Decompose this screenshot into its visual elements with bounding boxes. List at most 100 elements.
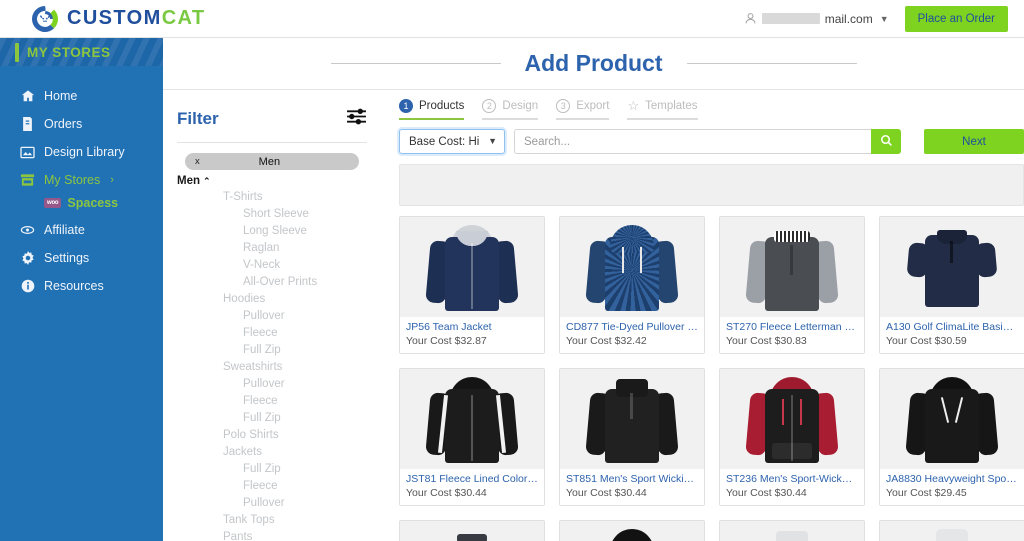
place-order-button[interactable]: Place an Order [904, 5, 1008, 32]
tab-products[interactable]: 1 Products [399, 98, 465, 120]
product-cost: Your Cost $30.44 [726, 487, 807, 499]
sidebar-item-affiliate[interactable]: Affiliate [0, 216, 163, 244]
product-card[interactable]: CD877 Tie-Dyed Pullover H... Your Cost $3… [559, 216, 705, 354]
header-rule-right [686, 63, 857, 64]
product-image [720, 217, 864, 317]
filter-tree-item[interactable]: Jackets [177, 443, 367, 460]
filter-tree-item[interactable]: Fleece [177, 392, 367, 409]
product-card[interactable] [399, 520, 545, 541]
filter-tree-item[interactable]: Fleece [177, 477, 367, 494]
product-card[interactable]: A130 Golf ClimaLite Basic Pe... Your Cost… [879, 216, 1024, 354]
sidebar-substore-label: Spacess [67, 196, 119, 210]
info-icon [20, 279, 35, 293]
filter-tree-item[interactable]: All-Over Prints [177, 273, 367, 290]
product-cost: Your Cost $32.42 [566, 335, 647, 347]
product-title[interactable]: ST851 Men's Sport Wicking ... [566, 473, 698, 485]
step-tabs: 1 Products 2 Design 3 Export ☆ Templates [399, 98, 1024, 120]
product-title[interactable]: JST81 Fleece Lined Colorblo... [406, 473, 538, 485]
sidebar-item-orders[interactable]: Orders [0, 110, 163, 138]
product-title[interactable]: JP56 Team Jacket [406, 321, 538, 333]
top-bar: CUSTOMCAT mail.com ▼ Place an Order [0, 0, 1024, 38]
user-menu[interactable]: mail.com ▼ [744, 12, 889, 26]
filter-tree-item[interactable]: Raglan [177, 239, 367, 256]
product-card[interactable]: JST81 Fleece Lined Colorblo... Your Cost … [399, 368, 545, 506]
product-image [400, 369, 544, 469]
product-title[interactable]: ST236 Men's Sport-Wick® F... [726, 473, 858, 485]
sort-select[interactable]: Base Cost: HiBase Cost: Lo [399, 129, 505, 154]
filter-title: Filter [177, 109, 219, 128]
filter-chip-men[interactable]: x Men [185, 153, 359, 170]
product-meta: JP56 Team Jacket Your Cost $32.87 [400, 317, 544, 353]
filter-tree-item[interactable]: Hoodies [177, 290, 367, 307]
tab-design[interactable]: 2 Design [482, 98, 539, 120]
filter-tree-item[interactable]: Fleece [177, 324, 367, 341]
orders-icon [20, 117, 35, 131]
product-card[interactable]: ST270 Fleece Letterman Jac... Your Cost $… [719, 216, 865, 354]
product-card[interactable]: JP56 Team Jacket Your Cost $32.87 [399, 216, 545, 354]
search-button[interactable] [871, 129, 901, 154]
app-root: CUSTOMCAT mail.com ▼ Place an Order MY S… [0, 0, 1024, 541]
filter-divider [177, 142, 367, 143]
product-card[interactable] [559, 520, 705, 541]
brand-logo[interactable]: CUSTOMCAT [30, 4, 206, 34]
filter-tree-item[interactable]: Pullover [177, 375, 367, 392]
filter-tree-root-men[interactable]: Men ⌃ [177, 175, 367, 187]
tab-export[interactable]: 3 Export [556, 98, 610, 120]
tab-label: Templates [645, 100, 698, 112]
product-cost: Your Cost $29.45 [886, 487, 967, 499]
product-card[interactable] [719, 520, 865, 541]
product-card[interactable]: JA8830 Heavyweight Sport L... Your Cost $… [879, 368, 1024, 506]
product-title[interactable]: ST270 Fleece Letterman Jac... [726, 321, 858, 333]
next-button[interactable]: Next [924, 129, 1024, 154]
banner-accent-bar [15, 42, 19, 62]
filter-tree-item[interactable]: Tank Tops [177, 511, 367, 528]
user-email-suffix: mail.com [824, 11, 873, 26]
tab-label: Design [502, 100, 539, 112]
brand-name-part2: CAT [161, 7, 206, 29]
sidebar-nav: Home Orders Design Library My Stores › w… [0, 68, 163, 300]
sidebar-item-home[interactable]: Home [0, 82, 163, 110]
product-grid: JP56 Team Jacket Your Cost $32.87 CD877 Ti… [399, 216, 1024, 541]
filter-panel: Filter x Men Men ⌃ T-Shirts Short Sleeve… [163, 90, 381, 541]
sidebar-substore-spacess[interactable]: woo Spacess [0, 194, 163, 216]
sidebar-item-my-stores[interactable]: My Stores › [0, 166, 163, 194]
filter-tree-item[interactable]: Full Zip [177, 409, 367, 426]
product-card[interactable] [879, 520, 1024, 541]
product-image [560, 521, 704, 541]
product-title[interactable]: JA8830 Heavyweight Sport L... [886, 473, 1018, 485]
product-garment-image [744, 525, 840, 541]
filter-tree-item[interactable]: Full Zip [177, 341, 367, 358]
filter-tree-item[interactable]: Sweatshirts [177, 358, 367, 375]
chevron-right-icon: › [110, 174, 114, 186]
product-card[interactable]: ST236 Men's Sport-Wick® F... Your Cost $3… [719, 368, 865, 506]
product-meta: JST81 Fleece Lined Colorblo... Your Cost … [400, 469, 544, 505]
product-cost: Your Cost $30.83 [726, 335, 807, 347]
store-icon [20, 173, 35, 187]
chip-label: Men [258, 155, 281, 168]
filter-tree-item[interactable]: V-Neck [177, 256, 367, 273]
sliders-icon[interactable] [346, 108, 367, 130]
tab-templates[interactable]: ☆ Templates [627, 98, 698, 120]
search-icon [880, 134, 893, 150]
search-input[interactable] [514, 129, 871, 154]
filter-tree-item[interactable]: Full Zip [177, 460, 367, 477]
chevron-down-icon[interactable]: ▼ [880, 14, 889, 24]
content: Filter x Men Men ⌃ T-Shirts Short Sleeve… [163, 90, 1024, 541]
product-title[interactable]: CD877 Tie-Dyed Pullover H... [566, 321, 698, 333]
filter-tree-item[interactable]: Short Sleeve [177, 205, 367, 222]
filter-tree-item[interactable]: Pullover [177, 307, 367, 324]
sidebar-item-settings[interactable]: Settings [0, 244, 163, 272]
filter-tree-item[interactable]: Long Sleeve [177, 222, 367, 239]
sidebar-item-resources[interactable]: Resources [0, 272, 163, 300]
sidebar-item-design-library[interactable]: Design Library [0, 138, 163, 166]
product-image [560, 217, 704, 317]
sidebar-item-label-affiliate: Affiliate [44, 223, 85, 237]
filter-tree-item[interactable]: Pants [177, 528, 367, 541]
product-title[interactable]: A130 Golf ClimaLite Basic Pe... [886, 321, 1018, 333]
filter-tree-item[interactable]: Polo Shirts [177, 426, 367, 443]
product-garment-image [744, 373, 840, 469]
filter-tree-item[interactable]: T-Shirts [177, 188, 367, 205]
filter-tree-item[interactable]: Pullover [177, 494, 367, 511]
product-card[interactable]: ST851 Men's Sport Wicking ... Your Cost $… [559, 368, 705, 506]
product-image [560, 369, 704, 469]
